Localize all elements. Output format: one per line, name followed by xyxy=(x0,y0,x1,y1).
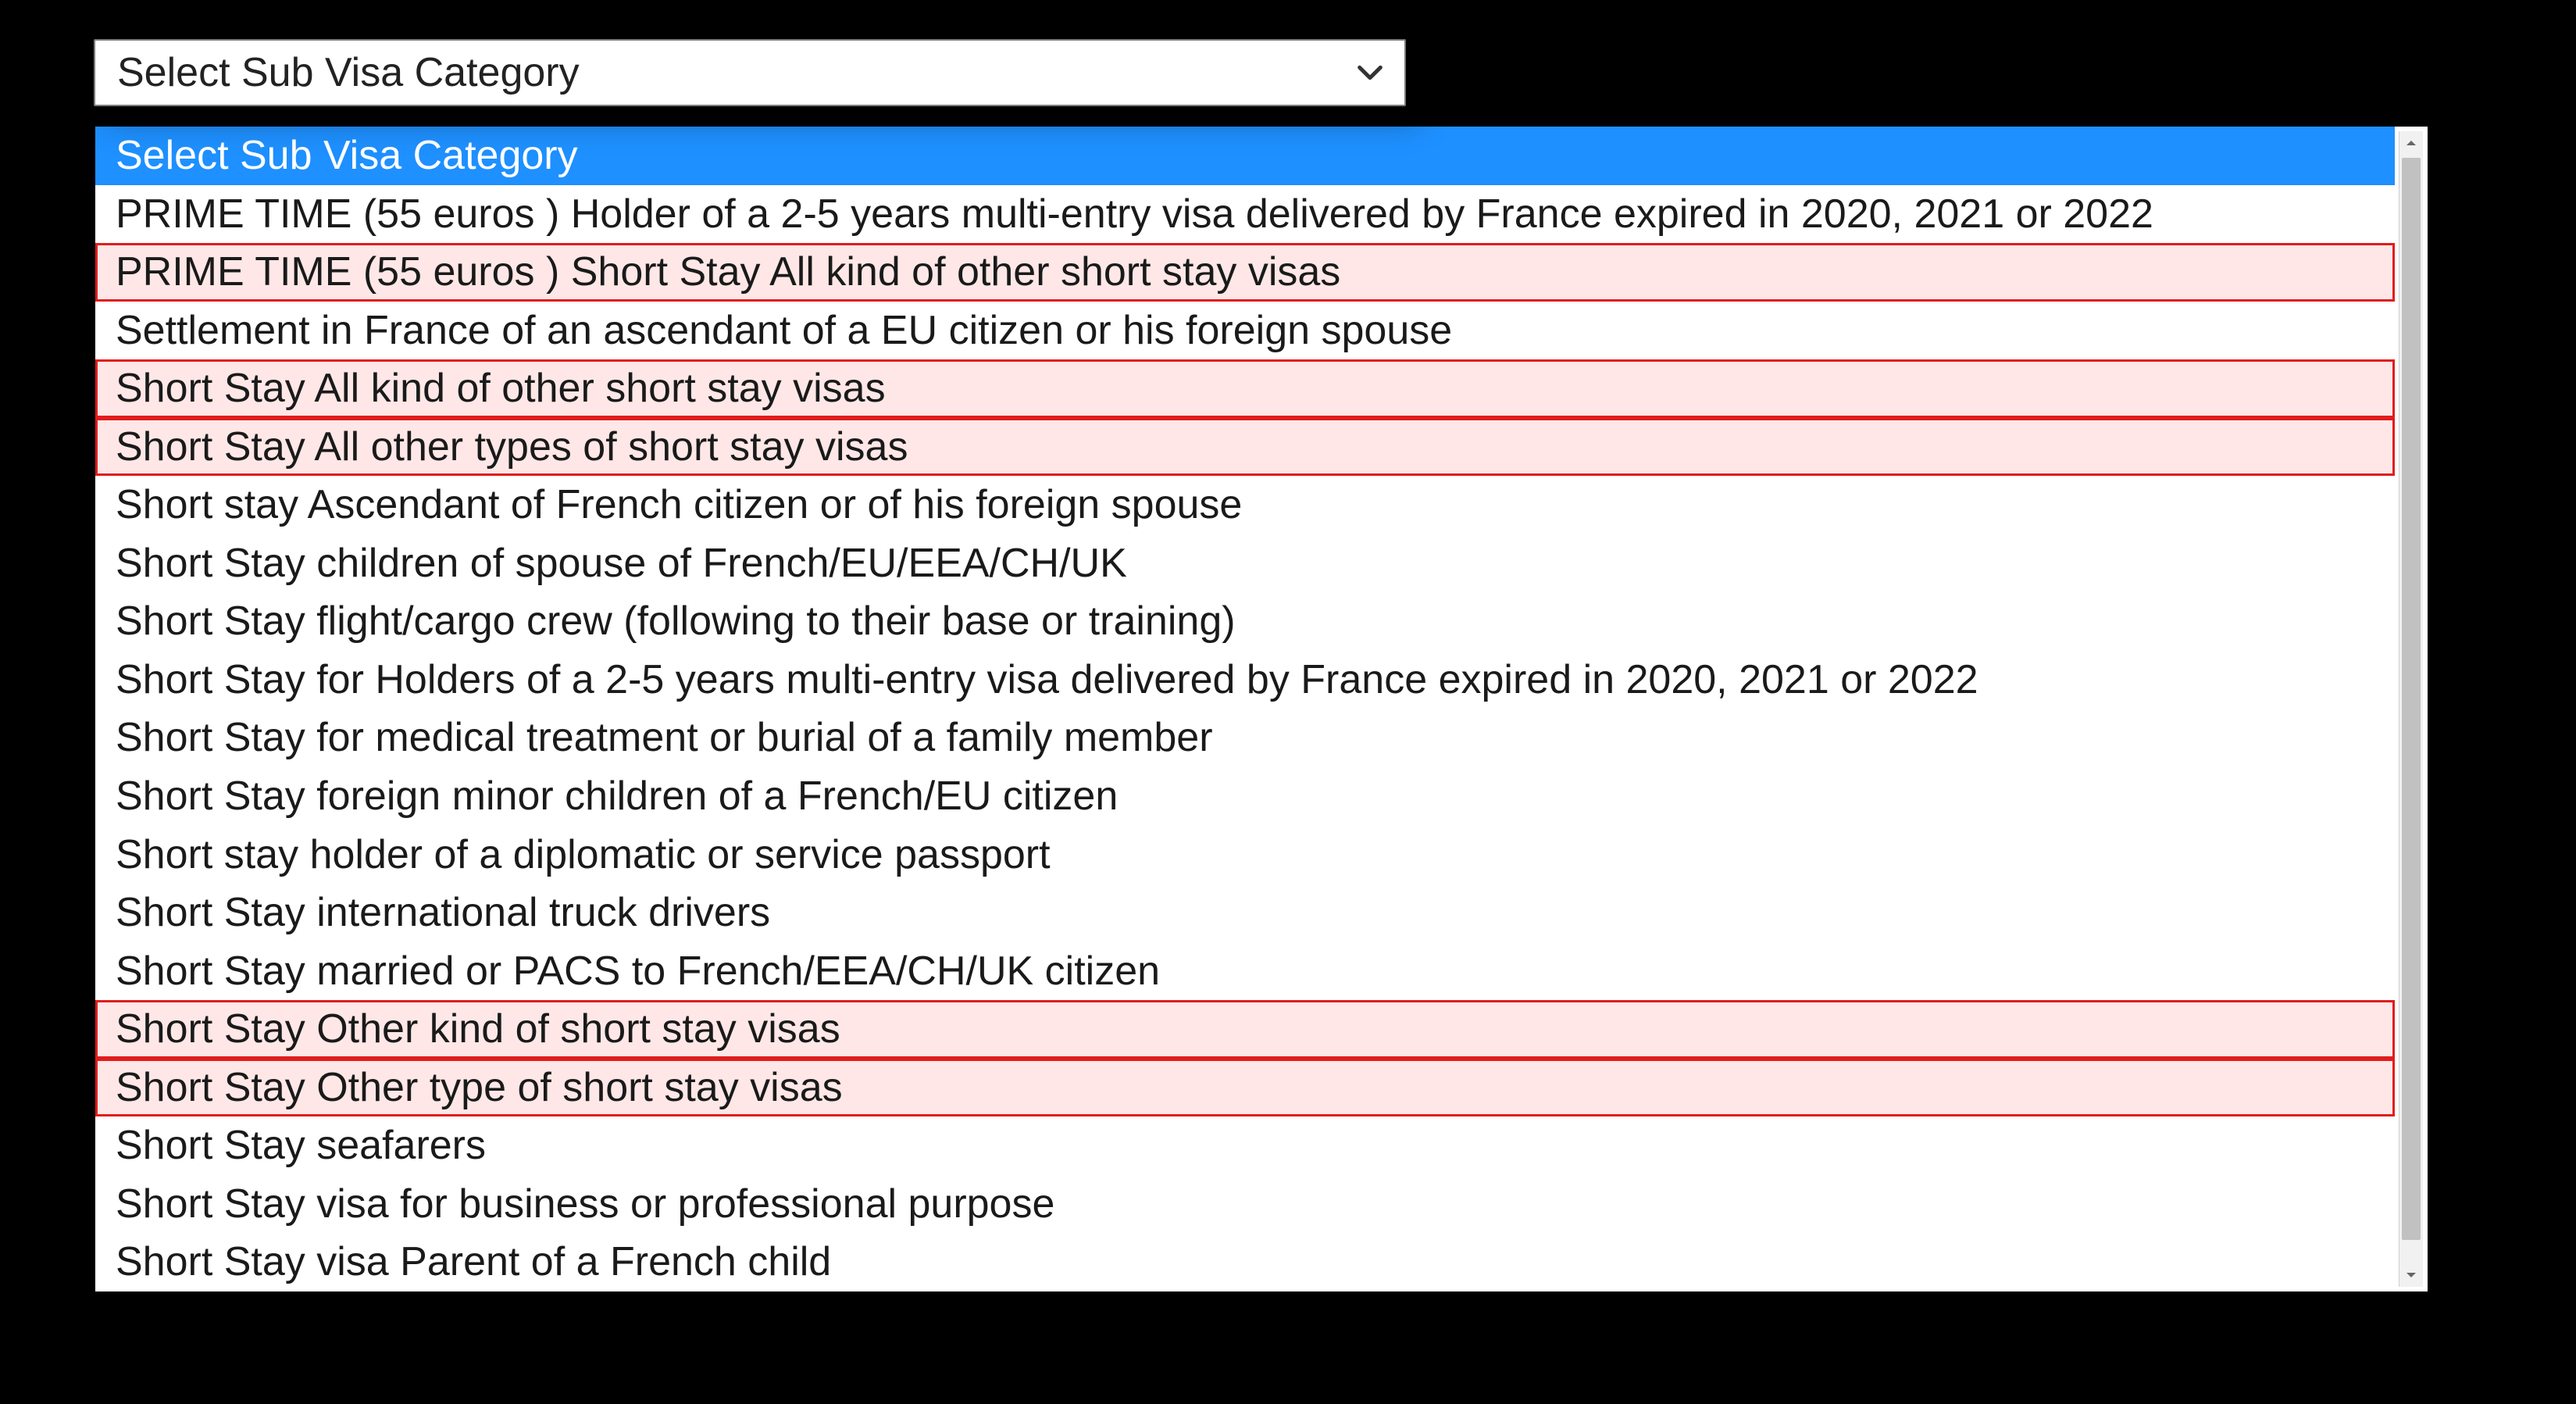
scroll-thumb[interactable] xyxy=(2402,158,2421,1240)
dropdown-option[interactable]: Short Stay visa Parent of a French child xyxy=(95,1233,2395,1291)
dropdown-option[interactable]: Short Stay Other kind of short stay visa… xyxy=(95,1000,2395,1059)
dropdown-option[interactable]: Short stay holder of a diplomatic or ser… xyxy=(95,826,2395,884)
dropdown-option[interactable]: Short Stay children of spouse of French/… xyxy=(95,534,2395,593)
scroll-down-arrow-icon[interactable] xyxy=(2399,1263,2423,1287)
dropdown-option[interactable]: Short Stay foreign minor children of a F… xyxy=(95,767,2395,826)
dropdown-option[interactable]: Short Stay All other types of short stay… xyxy=(95,418,2395,477)
dropdown-option[interactable]: Settlement in France of an ascendant of … xyxy=(95,302,2395,360)
sub-visa-category-select[interactable]: Select Sub Visa Category xyxy=(94,39,1406,106)
dropdown-option[interactable]: Short Stay flight/cargo crew (following … xyxy=(95,592,2395,651)
dropdown-option[interactable]: Short Stay married or PACS to French/EEA… xyxy=(95,942,2395,1001)
dropdown-option[interactable]: Short Stay visa for business or professi… xyxy=(95,1175,2395,1234)
select-current-label: Select Sub Visa Category xyxy=(117,49,1339,96)
dropdown-option[interactable]: Short Stay international truck drivers xyxy=(95,884,2395,942)
dropdown-scrollbar[interactable] xyxy=(2399,131,2423,1287)
dropdown-option[interactable]: Short Stay All kind of other short stay … xyxy=(95,359,2395,418)
dropdown-option[interactable]: Short Stay for medical treatment or buri… xyxy=(95,709,2395,767)
dropdown-option[interactable]: Short Stay for Holders of a 2-5 years mu… xyxy=(95,651,2395,709)
sub-visa-category-dropdown: Select Sub Visa CategoryPRIME TIME (55 e… xyxy=(94,125,2429,1293)
dropdown-option[interactable]: Short Stay Other type of short stay visa… xyxy=(95,1059,2395,1117)
dropdown-option[interactable]: Short stay Ascendant of French citizen o… xyxy=(95,476,2395,534)
scroll-up-arrow-icon[interactable] xyxy=(2399,131,2423,155)
chevron-down-icon xyxy=(1354,57,1386,88)
dropdown-option[interactable]: Short Stay seafarers xyxy=(95,1116,2395,1175)
dropdown-option-list: Select Sub Visa CategoryPRIME TIME (55 e… xyxy=(95,127,2428,1291)
dropdown-option[interactable]: PRIME TIME (55 euros ) Holder of a 2-5 y… xyxy=(95,185,2395,244)
dropdown-option[interactable]: PRIME TIME (55 euros ) Short Stay All ki… xyxy=(95,243,2395,302)
dropdown-option[interactable]: Select Sub Visa Category xyxy=(95,127,2395,185)
